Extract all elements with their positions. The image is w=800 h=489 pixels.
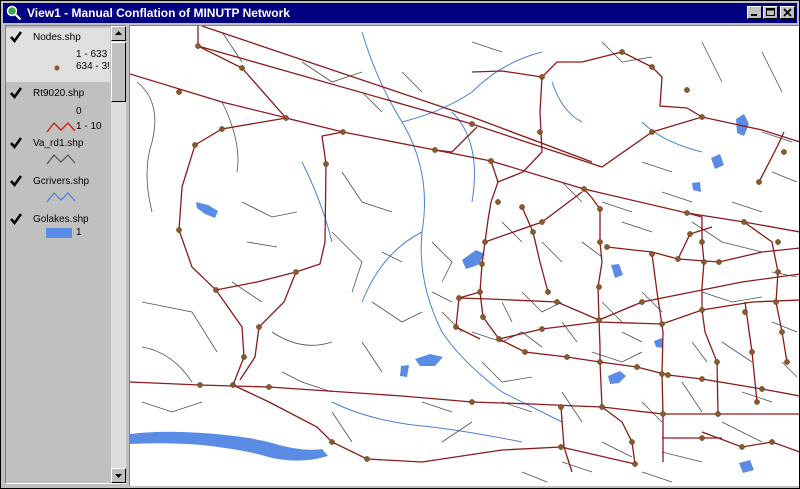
table-of-contents: Nodes.shp 1 - 633 634 - 3! Rt9020.shp 0 … (5, 25, 126, 484)
network-layer (130, 26, 799, 473)
arrow-up-icon (115, 31, 122, 35)
scroll-up-button[interactable] (111, 26, 126, 41)
window-title: View1 - Manual Conflation of MINUTP Netw… (27, 6, 290, 20)
layer-golakes[interactable]: Golakes.shp 1 (6, 210, 110, 250)
legend-label: 0 (76, 106, 82, 117)
blue-zigzag-line-icon (46, 192, 76, 203)
toc-vertical-scrollbar[interactable] (111, 26, 126, 483)
checkbox-checked-icon[interactable] (9, 212, 23, 226)
layer-name: Rt9020.shp (33, 88, 85, 99)
arrow-down-icon (115, 474, 122, 478)
blue-fill-swatch-icon (46, 228, 72, 238)
maximize-icon (766, 8, 775, 16)
checkbox-checked-icon[interactable] (9, 86, 23, 100)
close-icon (783, 8, 792, 17)
minimize-button[interactable] (747, 6, 762, 19)
legend-label: 1 - 10 (76, 121, 102, 132)
checkbox-checked-icon[interactable] (9, 30, 23, 44)
scroll-down-button[interactable] (111, 468, 126, 483)
layer-gcrivers[interactable]: Gcrivers.shp (6, 172, 110, 210)
legend-label: 634 - 3! (76, 61, 110, 72)
map-display (130, 26, 799, 483)
close-button[interactable] (780, 6, 795, 19)
map-view-window: View1 - Manual Conflation of MINUTP Netw… (0, 0, 800, 489)
layer-name: Golakes.shp (33, 214, 89, 225)
layer-name: Gcrivers.shp (33, 176, 90, 187)
rivers-layer (301, 31, 703, 443)
layer-name: Va_rd1.shp (33, 138, 84, 149)
red-zigzag-line-icon (46, 121, 76, 133)
title-bar[interactable]: View1 - Manual Conflation of MINUTP Netw… (3, 3, 797, 23)
checkbox-checked-icon[interactable] (9, 174, 23, 188)
legend-label: 1 - 633 (76, 49, 108, 60)
magnifier-globe-icon (6, 5, 22, 21)
layer-nodes[interactable]: Nodes.shp 1 - 633 634 - 3! (6, 28, 110, 82)
layer-list: Nodes.shp 1 - 633 634 - 3! Rt9020.shp 0 … (6, 26, 110, 483)
minimize-icon (751, 14, 757, 16)
legend-label: 1 (76, 227, 82, 238)
map-canvas[interactable] (129, 25, 799, 486)
checkbox-checked-icon[interactable] (9, 136, 23, 150)
scroll-thumb[interactable] (111, 42, 126, 102)
dark-zigzag-line-icon (46, 154, 76, 165)
layer-va-rd1[interactable]: Va_rd1.shp (6, 134, 110, 172)
layer-name: Nodes.shp (33, 32, 81, 43)
maximize-button[interactable] (763, 6, 778, 19)
node-dot-icon (54, 65, 60, 71)
